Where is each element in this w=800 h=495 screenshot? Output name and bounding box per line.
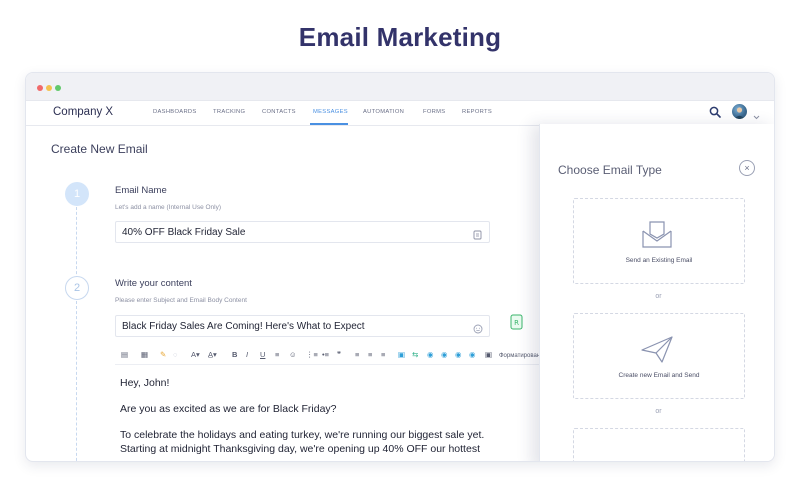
email-name-label: Email Name	[115, 185, 167, 196]
toolbar-link-button[interactable]: ✎	[160, 350, 166, 360]
editor-toolbar: ▤ ▦ ✎ ◌ A▾ A̲▾ B I U ≡ ☺ ⋮≡ •≡ ❞ ≡ ≡ ≡ ▣…	[115, 347, 545, 365]
toolbar-numbered-list[interactable]: ⋮≡	[306, 350, 318, 360]
step-2-indicator: 2	[65, 276, 89, 300]
top-nav: Company X DASHBOARDS TRACKING CONTACTS M…	[26, 101, 774, 126]
toolbar-align-center[interactable]: ≡	[368, 350, 372, 360]
separator-or: or	[655, 293, 662, 300]
toolbar-image[interactable]: ▣	[398, 350, 405, 360]
window-titlebar	[26, 73, 774, 101]
toolbar-share[interactable]: ⇆	[412, 350, 418, 360]
step-connector	[76, 301, 77, 461]
window-maximize-dot[interactable]	[55, 85, 61, 91]
toolbar-template-button[interactable]: ▦	[141, 350, 148, 360]
toolbar-italic[interactable]: I	[246, 350, 248, 360]
option-label: Create new Email and Send	[618, 372, 700, 379]
nav-active-indicator	[310, 123, 348, 125]
option-template[interactable]	[573, 428, 745, 461]
toolbar-source-button[interactable]: ▤	[121, 350, 128, 360]
toolbar-text-color[interactable]: A▾	[191, 350, 200, 360]
toolbar-social-1[interactable]: ◉	[427, 350, 434, 360]
email-name-hint: Let's add a name (Internal Use Only)	[115, 204, 222, 211]
page-title: Create New Email	[51, 142, 148, 156]
subject-value: Black Friday Sales Are Coming! Here's Wh…	[122, 321, 365, 332]
email-body-line[interactable]: Hey, John!	[120, 377, 169, 389]
user-avatar[interactable]	[732, 104, 747, 119]
chevron-down-icon[interactable]	[753, 107, 760, 125]
nav-contacts[interactable]: CONTACTS	[262, 109, 296, 115]
nav-tracking[interactable]: TRACKING	[213, 109, 245, 115]
toolbar-unlink-button[interactable]: ◌	[173, 350, 177, 360]
content-hint: Please enter Subject and Email Body Cont…	[115, 297, 247, 304]
content-label: Write your content	[115, 278, 192, 289]
toolbar-align-right[interactable]: ≡	[381, 350, 385, 360]
search-icon[interactable]	[709, 105, 721, 123]
toolbar-hr[interactable]: ≡	[275, 350, 279, 360]
window-minimize-dot[interactable]	[46, 85, 52, 91]
nav-reports[interactable]: REPORTS	[462, 109, 492, 115]
email-name-value: 40% OFF Black Friday Sale	[122, 227, 246, 238]
template-icon	[640, 449, 674, 461]
envelope-icon	[640, 219, 674, 254]
option-label: Send an Existing Email	[625, 257, 693, 264]
email-body-line[interactable]: To celebrate the holidays and eating tur…	[120, 429, 484, 441]
nav-messages[interactable]: MESSAGES	[313, 109, 348, 115]
window-close-dot[interactable]	[37, 85, 43, 91]
nav-forms[interactable]: FORMS	[423, 109, 445, 115]
option-existing-email[interactable]: Send an Existing Email	[573, 198, 745, 284]
page-heading: Email Marketing	[298, 22, 502, 52]
toolbar-format-select[interactable]: Форматирован	[499, 351, 540, 361]
email-name-field[interactable]: 40% OFF Black Friday Sale	[115, 221, 490, 243]
subject-field[interactable]: Black Friday Sales Are Coming! Here's Wh…	[115, 315, 490, 337]
step-1-indicator: 1	[65, 182, 89, 206]
nav-automation[interactable]: AUTOMATION	[363, 109, 404, 115]
panel-title: Choose Email Type	[558, 163, 662, 177]
step-connector	[76, 207, 77, 279]
email-body-line[interactable]: Starting at midnight Thanksgiving day, w…	[120, 443, 480, 455]
svg-text:R: R	[514, 319, 519, 327]
toolbar-social-4[interactable]: ◉	[469, 350, 476, 360]
brand-logo[interactable]: Company X	[53, 106, 113, 118]
email-body-line[interactable]: Are you as excited as we are for Black F…	[120, 403, 337, 415]
toolbar-quote[interactable]: ❞	[337, 350, 341, 360]
toolbar-bg-color[interactable]: A̲▾	[208, 350, 217, 360]
personalize-icon[interactable]: R	[510, 314, 523, 335]
close-icon[interactable]: ×	[739, 160, 755, 176]
separator-or: or	[655, 408, 662, 415]
toolbar-underline[interactable]: U	[260, 350, 265, 360]
toolbar-preview[interactable]: ▣	[485, 350, 492, 360]
clipboard-icon[interactable]	[473, 227, 482, 245]
option-new-email[interactable]: Create new Email and Send	[573, 313, 745, 399]
toolbar-align-left[interactable]: ≡	[355, 350, 359, 360]
toolbar-social-3[interactable]: ◉	[455, 350, 462, 360]
toolbar-bold[interactable]: B	[232, 350, 237, 360]
choose-email-type-panel: Choose Email Type × Send an Existing Ema…	[539, 124, 774, 461]
paper-plane-icon	[640, 334, 674, 369]
toolbar-emoji[interactable]: ☺	[289, 350, 297, 360]
nav-dashboards[interactable]: DASHBOARDS	[153, 109, 197, 115]
toolbar-bullet-list[interactable]: •≡	[322, 350, 329, 360]
emoji-icon[interactable]	[473, 321, 483, 339]
app-window: Company X DASHBOARDS TRACKING CONTACTS M…	[25, 72, 775, 462]
toolbar-social-2[interactable]: ◉	[441, 350, 448, 360]
